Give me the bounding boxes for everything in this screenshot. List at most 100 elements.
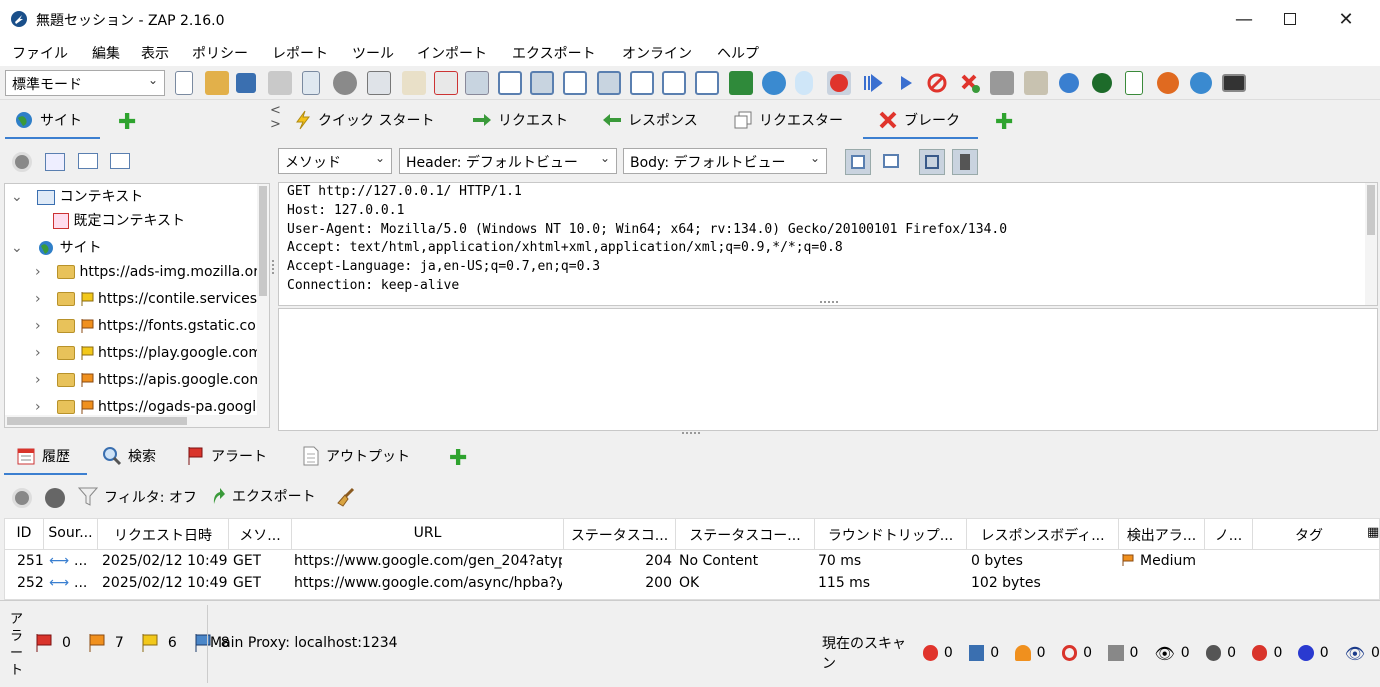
tab-alerts[interactable]: アラート bbox=[187, 446, 267, 466]
column-header-time[interactable]: リクエスト日時 bbox=[98, 519, 229, 549]
lightbulb-icon[interactable] bbox=[795, 71, 813, 95]
tab-response[interactable]: レスポンス bbox=[602, 110, 698, 130]
tab-request[interactable]: リクエスト bbox=[472, 110, 568, 130]
layout-panel-icon[interactable] bbox=[498, 71, 522, 95]
column-header-alert[interactable]: 検出アラ... bbox=[1119, 519, 1205, 549]
import-context-icon[interactable] bbox=[78, 153, 98, 169]
column-header-source[interactable]: Sour... bbox=[44, 519, 98, 549]
add-tab-plus-icon[interactable]: ✚ bbox=[449, 446, 467, 471]
column-header-id[interactable]: ID bbox=[5, 519, 44, 549]
menu-export[interactable]: エクスポート bbox=[512, 43, 596, 63]
request-header-editor[interactable]: GET http://127.0.0.1/ HTTP/1.1 Host: 127… bbox=[278, 182, 1378, 306]
split-vertical-button[interactable] bbox=[878, 149, 904, 175]
request-body-editor[interactable] bbox=[278, 308, 1378, 431]
table-row[interactable]: 251 ⟷ ... 2025/02/12 10:49:... GET https… bbox=[5, 551, 1379, 573]
column-header-tags[interactable]: タグ bbox=[1253, 519, 1365, 549]
column-chooser-icon[interactable]: ▦ bbox=[1367, 525, 1379, 540]
maximize-button[interactable] bbox=[1267, 0, 1313, 38]
scan-icon[interactable] bbox=[990, 71, 1014, 95]
scrollbar-thumb[interactable] bbox=[259, 186, 267, 296]
scrollbar-thumb[interactable] bbox=[1367, 185, 1375, 235]
new-context-icon[interactable] bbox=[45, 153, 65, 171]
continue-icon[interactable] bbox=[893, 71, 917, 95]
column-header-note[interactable]: ノ... bbox=[1205, 519, 1253, 549]
scrollbar-thumb[interactable] bbox=[7, 417, 187, 425]
table-row[interactable]: 252 ⟷ ... 2025/02/12 10:49:... GET https… bbox=[5, 573, 1379, 595]
layout-full-icon[interactable] bbox=[563, 71, 587, 95]
tree-row-site[interactable]: › https://play.google.com bbox=[35, 345, 262, 369]
tab-history[interactable]: 履歴 bbox=[16, 446, 70, 466]
fit-view-button[interactable] bbox=[919, 149, 945, 175]
tree-horizontal-scrollbar[interactable] bbox=[5, 415, 257, 427]
filter-button[interactable]: フィルタ: オフ bbox=[78, 486, 197, 508]
tree-row-sites[interactable]: ⌄ サイト bbox=[11, 237, 102, 261]
tree-row-site[interactable]: › https://ads-img.mozilla.org bbox=[35, 264, 268, 288]
tree-row-site[interactable]: › https://contile.services. bbox=[35, 291, 262, 315]
tab-search[interactable]: 検索 bbox=[102, 446, 156, 466]
gear-icon[interactable] bbox=[333, 71, 357, 95]
new-session-icon[interactable] bbox=[175, 71, 193, 95]
session-properties-icon[interactable] bbox=[302, 71, 320, 95]
tab-sites[interactable]: サイト bbox=[14, 110, 82, 130]
menu-view[interactable]: 表示 bbox=[141, 43, 169, 63]
layout-split-icon[interactable] bbox=[530, 71, 554, 95]
menu-report[interactable]: レポート bbox=[272, 43, 328, 63]
menu-policy[interactable]: ポリシー bbox=[192, 43, 248, 63]
globe-filter-icon[interactable] bbox=[45, 488, 65, 508]
menu-help[interactable]: ヘルプ bbox=[717, 43, 759, 63]
tree-vertical-scrollbar[interactable] bbox=[257, 184, 269, 427]
add-tab-plus-icon[interactable]: ✚ bbox=[995, 110, 1013, 135]
menu-file[interactable]: ファイル bbox=[12, 43, 68, 63]
split-handle[interactable] bbox=[820, 301, 838, 305]
save-session-icon[interactable] bbox=[236, 73, 256, 93]
firefox-icon[interactable] bbox=[1157, 72, 1179, 94]
target-icon[interactable] bbox=[12, 488, 32, 508]
open-session-icon[interactable] bbox=[205, 71, 229, 95]
menu-tools[interactable]: ツール bbox=[352, 43, 394, 63]
layout-tabs-icon[interactable] bbox=[465, 71, 489, 95]
minimize-button[interactable]: — bbox=[1221, 0, 1267, 38]
break-all-button[interactable] bbox=[827, 71, 851, 95]
collapse-arrows-icon[interactable]: < > bbox=[270, 104, 281, 132]
header-view-select[interactable]: Header: デフォルトビュー ⌄ bbox=[399, 148, 617, 174]
menu-edit[interactable]: 編集 bbox=[92, 43, 120, 63]
help-icon[interactable] bbox=[1059, 73, 1079, 93]
tree-row-site[interactable]: › https://apis.google.com bbox=[35, 372, 263, 396]
tree-row-site[interactable]: › https://fonts.gstatic.cor bbox=[35, 318, 262, 342]
export-context-icon[interactable] bbox=[110, 153, 130, 169]
panel-icon[interactable] bbox=[695, 71, 719, 95]
broom-icon[interactable] bbox=[335, 487, 357, 511]
mode-select[interactable]: 標準モード ⌄ bbox=[5, 70, 165, 96]
column-header-url[interactable]: URL bbox=[292, 519, 564, 549]
snapshot-icon[interactable] bbox=[268, 71, 292, 95]
add-note-icon[interactable] bbox=[402, 71, 426, 95]
close-window-button[interactable]: ✕ bbox=[1323, 0, 1369, 38]
chrome-icon[interactable] bbox=[1190, 72, 1212, 94]
menu-online[interactable]: オンライン bbox=[622, 43, 692, 63]
tab-quick-start[interactable]: クイック スタート bbox=[294, 110, 434, 130]
terminal-icon[interactable] bbox=[1222, 74, 1246, 92]
column-header-size[interactable]: レスポンスボディ... bbox=[967, 519, 1119, 549]
tab-requester[interactable]: リクエスター bbox=[733, 110, 843, 130]
show-tabs-icon[interactable] bbox=[597, 71, 621, 95]
scan-policy-icon[interactable] bbox=[367, 71, 391, 95]
tab-break[interactable]: ブレーク bbox=[878, 110, 960, 130]
add-tab-plus-icon[interactable]: ✚ bbox=[118, 110, 136, 135]
tab-names-icon[interactable] bbox=[630, 71, 654, 95]
drop-icon[interactable] bbox=[925, 71, 949, 95]
body-view-select[interactable]: Body: デフォルトビュー ⌄ bbox=[623, 148, 827, 174]
remove-breakpoints-icon[interactable] bbox=[958, 71, 982, 95]
export-button[interactable]: エクスポート bbox=[210, 486, 316, 506]
tree-row-contexts[interactable]: ⌄ コンテキスト bbox=[11, 186, 143, 210]
tab-output[interactable]: アウトプット bbox=[302, 446, 410, 466]
editor-scrollbar[interactable] bbox=[1365, 183, 1377, 305]
spider-icon[interactable] bbox=[1024, 71, 1048, 95]
column-header-code[interactable]: ステータスコ... bbox=[564, 519, 676, 549]
split-handle[interactable] bbox=[272, 260, 276, 274]
hud-icon[interactable] bbox=[1092, 73, 1112, 93]
split-handle[interactable] bbox=[682, 432, 700, 436]
split-view-icon[interactable] bbox=[662, 71, 686, 95]
column-header-rtt[interactable]: ラウンドトリップ... bbox=[815, 519, 967, 549]
column-header-method[interactable]: メソ... bbox=[229, 519, 292, 549]
notes-icon[interactable] bbox=[1125, 71, 1143, 95]
